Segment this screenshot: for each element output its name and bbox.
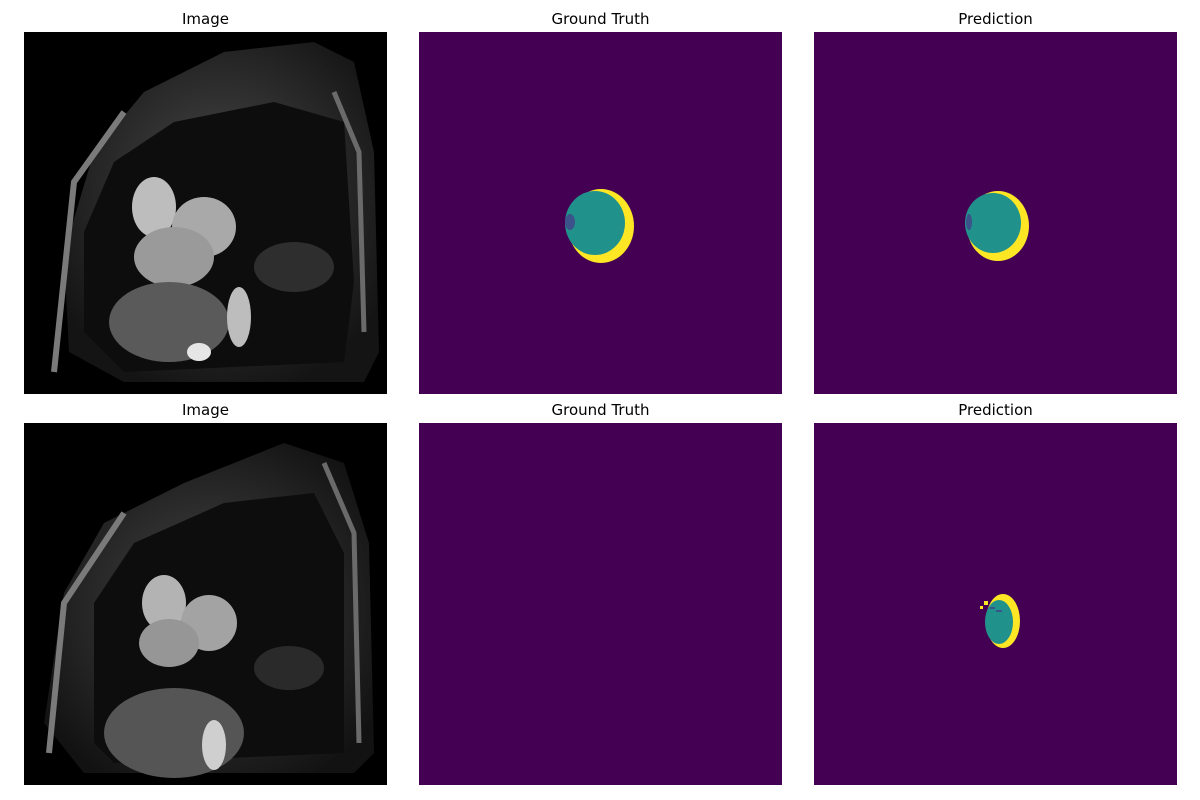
ground-truth-mask-1 <box>419 32 782 394</box>
ground-truth-mask-2 <box>419 423 782 785</box>
panel-title: Prediction <box>958 10 1033 28</box>
prediction-mask-1 <box>814 32 1177 394</box>
mri-image <box>24 423 387 785</box>
segmentation-mask <box>419 32 782 394</box>
segmentation-mask <box>419 423 782 785</box>
panel-title: Image <box>182 10 229 28</box>
mri-image <box>24 32 387 394</box>
segmentation-mask <box>814 32 1177 394</box>
panel-title: Ground Truth <box>551 10 650 28</box>
panel-title: Image <box>182 401 229 419</box>
panel-title: Ground Truth <box>551 401 650 419</box>
segmentation-mask <box>814 423 1177 785</box>
mri-slice-2 <box>24 423 387 785</box>
figure: { "figure": { "rows": [ { "panels": [ {"… <box>0 0 1200 800</box>
panel-title: Prediction <box>958 401 1033 419</box>
mri-slice-1 <box>24 32 387 394</box>
prediction-mask-2 <box>814 423 1177 785</box>
